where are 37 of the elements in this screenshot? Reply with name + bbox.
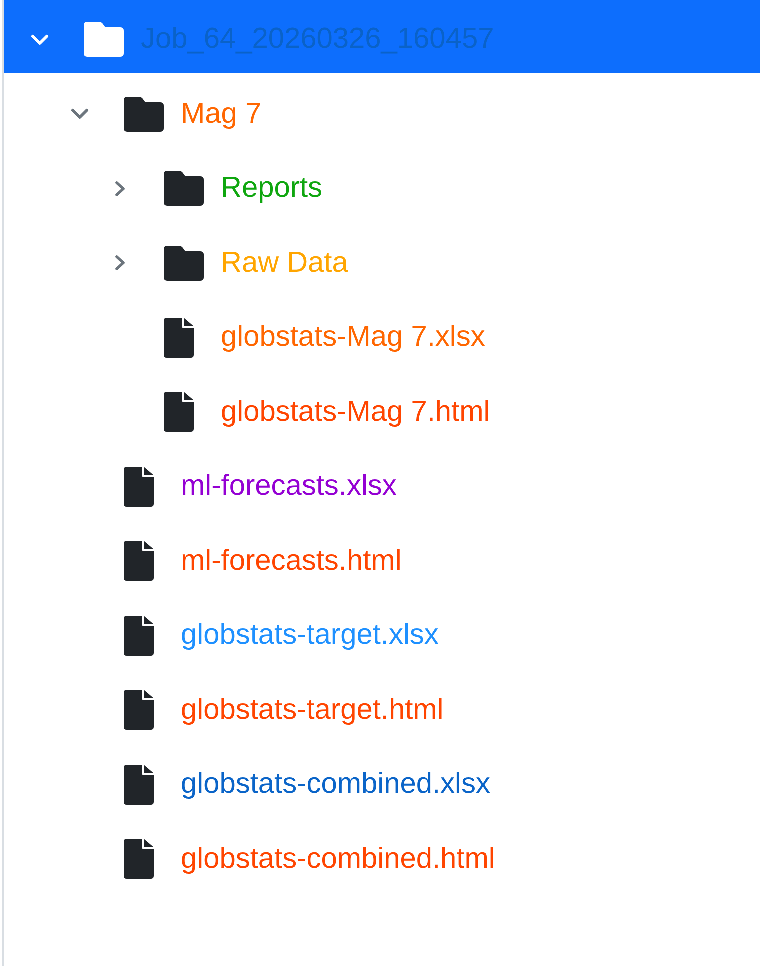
item-name: Raw Data: [221, 246, 348, 280]
tree-item[interactable]: globstats-Mag 7.html: [4, 372, 760, 445]
tree-item[interactable]: ml-forecasts.xlsx: [4, 447, 760, 520]
chevron-right-icon[interactable]: [114, 180, 126, 197]
tree-item[interactable]: globstats-combined.html: [4, 820, 760, 892]
item-name: globstats-target.html: [181, 694, 444, 727]
tree-item[interactable]: Mag 7: [4, 74, 760, 147]
folder-icon: [84, 22, 124, 58]
tree-item[interactable]: Raw Data: [4, 224, 760, 296]
item-name: ml-forecasts.html: [181, 544, 402, 578]
file-icon: [164, 318, 194, 358]
file-icon: [124, 764, 154, 805]
file-icon: [124, 541, 154, 582]
item-name: globstats-combined.html: [181, 842, 496, 876]
folder-icon: [164, 246, 204, 281]
tree-item[interactable]: Reports: [4, 149, 760, 222]
file-icon: [124, 616, 154, 656]
file-icon: [164, 392, 194, 432]
folder-icon: [124, 96, 164, 132]
tree-item[interactable]: globstats-target.html: [4, 670, 760, 743]
chevron-down-icon[interactable]: [71, 108, 89, 120]
item-name: globstats-Mag 7.xlsx: [221, 321, 486, 354]
tree-item[interactable]: globstats-Mag 7.xlsx: [4, 298, 760, 370]
item-name: globstats-target.xlsx: [181, 619, 439, 652]
chevron-right-icon[interactable]: [114, 255, 126, 272]
item-name: Reports: [221, 172, 323, 206]
tree-item[interactable]: globstats-target.xlsx: [4, 596, 760, 668]
item-name: globstats-combined.xlsx: [181, 768, 490, 802]
file-icon: [124, 466, 154, 507]
tree-item[interactable]: globstats-combined.xlsx: [4, 745, 760, 818]
folder-icon: [164, 171, 204, 206]
item-name: ml-forecasts.xlsx: [181, 470, 397, 504]
tree-item[interactable]: ml-forecasts.html: [4, 522, 760, 594]
file-icon: [124, 690, 154, 730]
file-icon: [124, 839, 154, 880]
item-name: Mag 7: [181, 98, 262, 131]
item-name: globstats-Mag 7.html: [221, 396, 490, 429]
